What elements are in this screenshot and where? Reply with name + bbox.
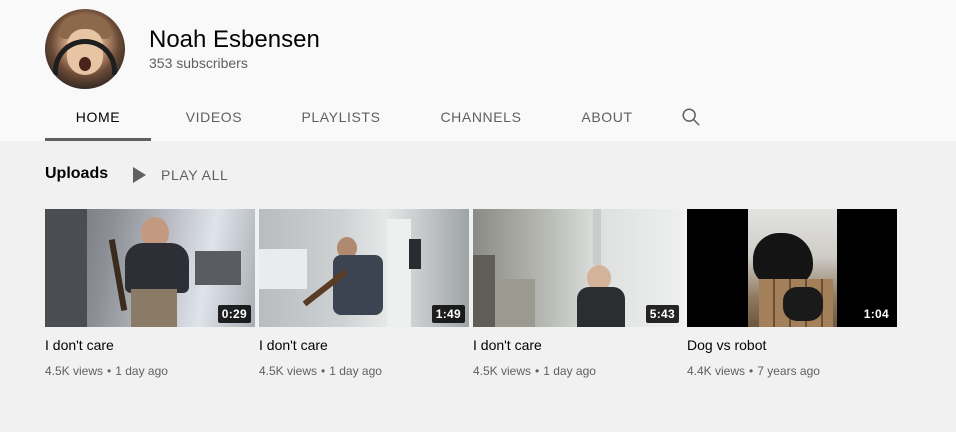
video-card: 5:43 I don't care 4.5K views • 1 day ago xyxy=(473,209,683,378)
tab-channels[interactable]: CHANNELS xyxy=(405,92,557,141)
video-duration: 5:43 xyxy=(645,305,679,323)
tab-home[interactable]: HOME xyxy=(45,92,151,141)
channel-tabs: HOME VIDEOS PLAYLISTS CHANNELS ABOUT xyxy=(45,92,725,141)
video-views: 4.5K views xyxy=(45,364,104,378)
uploads-title: Uploads xyxy=(45,165,109,182)
channel-name: Noah Esbensen xyxy=(149,26,320,53)
video-age: 7 years ago xyxy=(757,364,820,378)
video-thumbnail[interactable]: 1:49 xyxy=(259,209,469,327)
channel-avatar[interactable] xyxy=(45,9,125,89)
video-duration: 1:49 xyxy=(431,305,465,323)
video-views: 4.5K views xyxy=(473,364,532,378)
video-title[interactable]: I don't care xyxy=(259,337,469,353)
video-duration: 0:29 xyxy=(217,305,251,323)
video-age: 1 day ago xyxy=(115,364,168,378)
video-metadata: 4.5K views • 1 day ago xyxy=(45,364,168,378)
video-metadata: 4.4K views • 7 years ago xyxy=(687,364,820,378)
video-age: 1 day ago xyxy=(329,364,382,378)
video-thumbnail[interactable]: 0:29 xyxy=(45,209,255,327)
video-age: 1 day ago xyxy=(543,364,596,378)
video-metadata: 4.5K views • 1 day ago xyxy=(259,364,382,378)
video-card: 1:04 Dog vs robot 4.4K views • 7 years ago xyxy=(687,209,897,378)
tab-about[interactable]: ABOUT xyxy=(557,92,657,141)
video-title[interactable]: I don't care xyxy=(45,337,255,353)
video-title[interactable]: Dog vs robot xyxy=(687,337,897,353)
tab-videos[interactable]: VIDEOS xyxy=(151,92,277,141)
channel-header: Noah Esbensen 353 subscribers HOME VIDEO… xyxy=(0,0,956,141)
tab-playlists[interactable]: PLAYLISTS xyxy=(277,92,405,141)
play-all-button[interactable]: PLAY ALL xyxy=(131,163,228,187)
video-metadata: 4.5K views • 1 day ago xyxy=(473,364,596,378)
headset-graphic xyxy=(53,39,117,75)
video-thumbnail[interactable]: 1:04 xyxy=(687,209,897,327)
play-all-label: PLAY ALL xyxy=(161,167,229,183)
video-views: 4.4K views xyxy=(687,364,746,378)
play-icon xyxy=(133,167,146,183)
video-card: 0:29 I don't care 4.5K views • 1 day ago xyxy=(45,209,255,378)
channel-search-button[interactable] xyxy=(657,92,725,141)
video-thumbnail[interactable]: 5:43 xyxy=(473,209,683,327)
subscriber-count: 353 subscribers xyxy=(149,55,248,71)
video-views: 4.5K views xyxy=(259,364,318,378)
search-icon xyxy=(682,107,700,126)
video-duration: 1:04 xyxy=(859,305,893,323)
video-title[interactable]: I don't care xyxy=(473,337,683,353)
video-card: 1:49 I don't care 4.5K views • 1 day ago xyxy=(259,209,469,378)
